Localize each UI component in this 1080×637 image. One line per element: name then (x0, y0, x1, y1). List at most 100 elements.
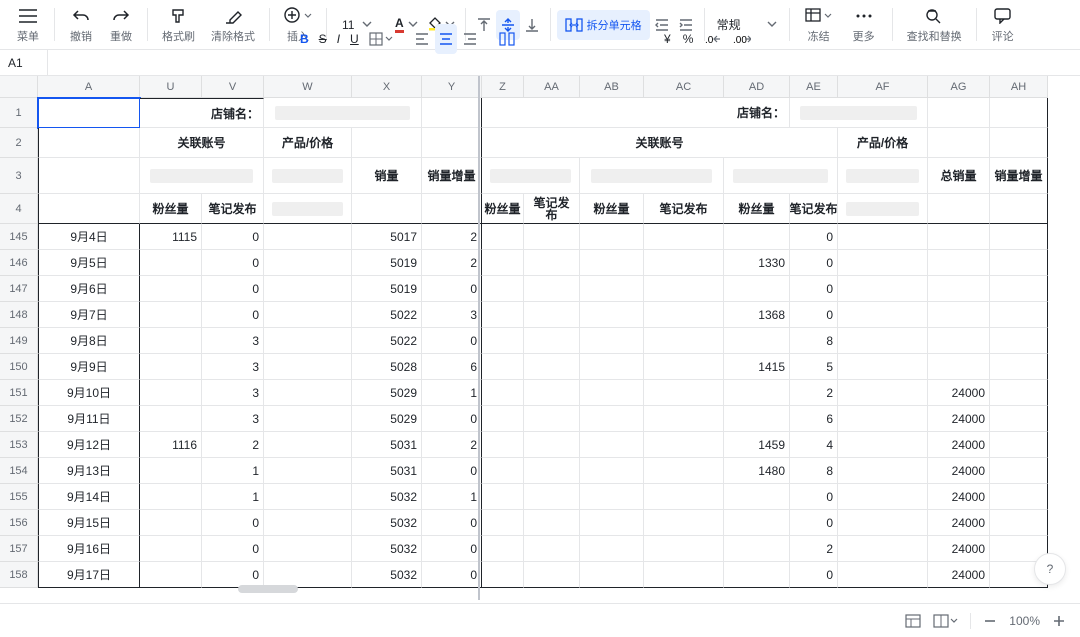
cell[interactable] (724, 536, 790, 562)
cell[interactable] (928, 276, 990, 302)
cell[interactable]: 销量增量 (422, 158, 482, 194)
cell[interactable] (838, 536, 928, 562)
help-fab[interactable]: ? (1034, 553, 1066, 585)
cell[interactable]: 9月10日 (38, 380, 140, 406)
cell[interactable] (838, 354, 928, 380)
cell[interactable]: 2 (202, 432, 264, 458)
cell[interactable] (990, 432, 1048, 458)
borders-button[interactable] (365, 24, 397, 54)
cell[interactable] (580, 224, 644, 250)
cell[interactable]: 24000 (928, 432, 990, 458)
cell[interactable]: 5031 (352, 432, 422, 458)
undo-button[interactable]: 撤销 (61, 0, 101, 49)
cell[interactable] (838, 328, 928, 354)
wrap-button[interactable] (495, 24, 519, 54)
cell[interactable] (422, 98, 482, 128)
cell[interactable]: 2 (422, 250, 482, 276)
valign-bottom-button[interactable] (520, 10, 544, 40)
cell[interactable]: 笔记发布 (644, 194, 724, 224)
cell[interactable] (524, 250, 580, 276)
cell[interactable] (580, 432, 644, 458)
cell[interactable] (352, 128, 422, 158)
cell[interactable] (838, 484, 928, 510)
cell[interactable]: 0 (422, 328, 482, 354)
align-center-button[interactable] (435, 24, 457, 54)
cell[interactable] (524, 536, 580, 562)
cell[interactable] (580, 158, 724, 194)
cell[interactable] (644, 510, 724, 536)
cell[interactable] (724, 328, 790, 354)
cell[interactable] (928, 328, 990, 354)
column-header-Y[interactable]: Y (422, 76, 482, 98)
cell[interactable]: 0 (422, 536, 482, 562)
cell[interactable]: 0 (202, 224, 264, 250)
cell[interactable] (644, 250, 724, 276)
row-header-152[interactable]: 152 (0, 406, 37, 432)
column-header-AG[interactable]: AG (928, 76, 990, 98)
cell[interactable]: 9月16日 (38, 536, 140, 562)
cell[interactable] (524, 276, 580, 302)
cell[interactable]: 销量增量 (990, 158, 1048, 194)
cell[interactable]: 1 (202, 458, 264, 484)
cell[interactable]: 0 (202, 302, 264, 328)
cell[interactable] (644, 536, 724, 562)
cell[interactable]: 8 (790, 458, 838, 484)
cell[interactable]: 6 (422, 354, 482, 380)
row-header-151[interactable]: 151 (0, 380, 37, 406)
cell[interactable] (644, 484, 724, 510)
cell[interactable] (990, 128, 1048, 158)
cell[interactable] (140, 302, 202, 328)
cell[interactable] (524, 380, 580, 406)
cell-reference-box[interactable]: A1 (0, 50, 48, 75)
cell[interactable] (580, 484, 644, 510)
cell[interactable] (580, 510, 644, 536)
cell[interactable]: 9月6日 (38, 276, 140, 302)
cell[interactable] (38, 128, 140, 158)
cell[interactable] (482, 276, 524, 302)
cell[interactable]: 5017 (352, 224, 422, 250)
cell[interactable] (140, 250, 202, 276)
cell[interactable]: 1115 (140, 224, 202, 250)
cell[interactable] (524, 406, 580, 432)
cell[interactable] (482, 458, 524, 484)
cell[interactable]: 9月15日 (38, 510, 140, 536)
cell[interactable] (524, 484, 580, 510)
cell[interactable]: 0 (202, 510, 264, 536)
cell[interactable] (264, 276, 352, 302)
cell[interactable]: 3 (422, 302, 482, 328)
cell[interactable]: 1 (202, 484, 264, 510)
cell[interactable] (140, 354, 202, 380)
cell[interactable] (482, 354, 524, 380)
cell[interactable] (264, 484, 352, 510)
cell[interactable]: 2 (790, 380, 838, 406)
underline-button[interactable]: U (346, 24, 363, 54)
percent-button[interactable]: % (679, 24, 698, 54)
cell[interactable] (264, 380, 352, 406)
cell[interactable]: 9月13日 (38, 458, 140, 484)
cell[interactable] (524, 458, 580, 484)
cell[interactable] (38, 158, 140, 194)
cell[interactable]: 0 (790, 302, 838, 328)
cell[interactable] (482, 406, 524, 432)
cell[interactable]: 4 (790, 432, 838, 458)
cell[interactable] (990, 484, 1048, 510)
cell[interactable] (482, 302, 524, 328)
cell[interactable] (264, 158, 352, 194)
comment-button[interactable]: 评论 (983, 0, 1023, 49)
cell[interactable] (724, 276, 790, 302)
column-header-V[interactable]: V (202, 76, 264, 98)
cell[interactable]: 5032 (352, 510, 422, 536)
horizontal-scrollbar[interactable] (38, 582, 1080, 596)
cell[interactable] (990, 354, 1048, 380)
dec-decrease-button[interactable]: .0 (701, 24, 725, 54)
cell[interactable] (580, 328, 644, 354)
cell[interactable] (724, 158, 838, 194)
cell[interactable]: 笔记发 布 (524, 194, 580, 224)
cell[interactable]: 8 (790, 328, 838, 354)
row-header-149[interactable]: 149 (0, 328, 37, 354)
cell[interactable] (644, 354, 724, 380)
cell[interactable] (422, 194, 482, 224)
scrollbar-thumb[interactable] (238, 585, 298, 593)
cell[interactable] (580, 406, 644, 432)
cell[interactable] (524, 302, 580, 328)
